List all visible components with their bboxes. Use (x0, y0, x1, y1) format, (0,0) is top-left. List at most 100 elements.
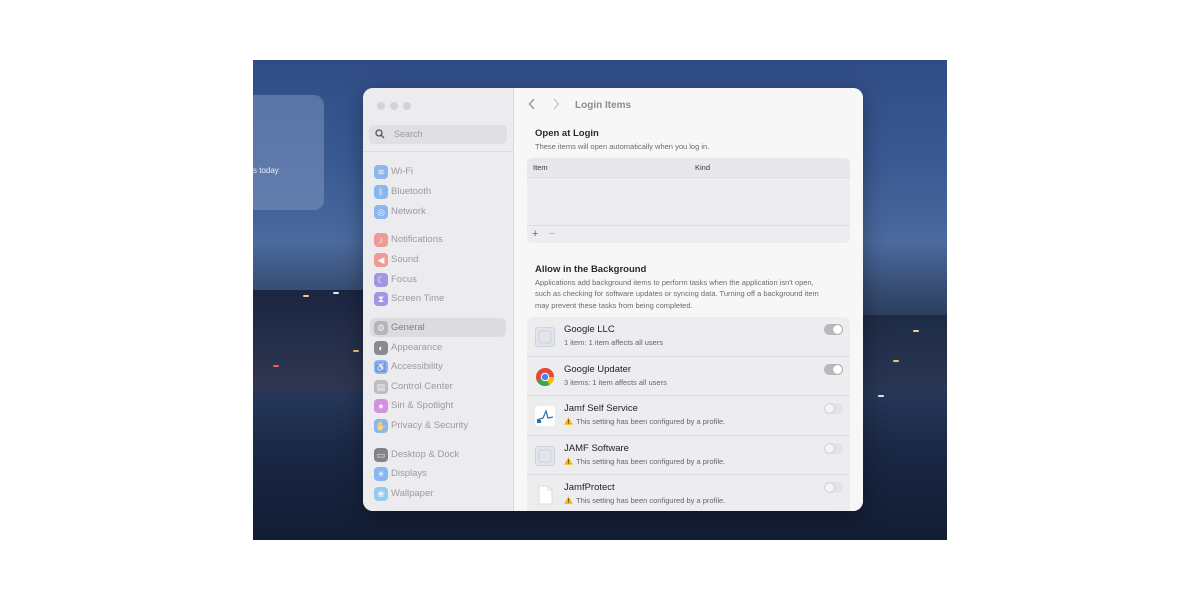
wallpaper-light (333, 292, 339, 294)
dock-icon: ▭ (374, 448, 388, 462)
toggle-knob (833, 364, 842, 374)
warning-icon (564, 417, 573, 425)
search-field[interactable]: Search (369, 125, 507, 144)
background-item-detail: This setting has been configured by a pr… (564, 417, 725, 426)
sidebar-item-desktop-dock[interactable]: ▭ Desktop & Dock (370, 445, 506, 464)
sidebar-item-focus[interactable]: ☾ Focus (370, 270, 506, 289)
login-items-table[interactable]: Item Kind + − (527, 158, 850, 243)
sun-icon: ☀ (374, 467, 388, 481)
sidebar-item-control-center[interactable]: ▤ Control Center (370, 377, 506, 396)
sidebar-item-wi-fi[interactable]: ≋ Wi-Fi (370, 162, 506, 181)
sidebar-item-siri-spotlight[interactable]: ● Siri & Spotlight (370, 396, 506, 415)
widget-text: s today (253, 166, 279, 175)
allow-background-title: Allow in the Background (535, 264, 647, 275)
hourglass-icon: ⧗ (374, 292, 388, 306)
zoom-window-button[interactable] (403, 102, 411, 110)
sidebar-item-label: Control Center (391, 381, 453, 392)
sidebar-item-label: General (391, 322, 425, 333)
accessibility-icon: ♿ (374, 360, 388, 374)
globe-icon: ◎ (374, 205, 388, 219)
background-item-row: Google Updater 3 items: 1 item affects al… (527, 357, 850, 396)
chevron-right-icon (553, 98, 560, 110)
background-item-detail-text: This setting has been configured by a pr… (576, 496, 726, 505)
siri-icon: ● (374, 399, 388, 413)
open-at-login-title: Open at Login (535, 128, 599, 139)
toggle-knob (833, 325, 842, 334)
sidebar-item-accessibility[interactable]: ♿ Accessibility (370, 357, 506, 376)
sidebar-item-label: Wi-Fi (391, 166, 414, 177)
sidebar-item-privacy-security[interactable]: ✋ Privacy & Security (370, 416, 506, 435)
background-item-row: Google LLC 1 item: 1 item affects all use… (527, 317, 850, 357)
system-settings-window: Search ≋ Wi-Fi ᛒ Bluetooth ◎ Network ♪ Notifica… (363, 88, 863, 511)
toggle-knob (825, 483, 834, 492)
sidebar-item-label: Displays (391, 468, 427, 479)
minimize-window-button[interactable] (390, 102, 398, 110)
back-button[interactable] (528, 98, 540, 112)
sidebar-item-bluetooth[interactable]: ᛒ Bluetooth (370, 182, 506, 201)
bluetooth-icon: ᛒ (374, 185, 388, 199)
background-item-name: Google LLC (564, 324, 615, 335)
page-title: Login Items (575, 100, 632, 111)
add-login-item-button[interactable]: + (532, 228, 538, 240)
sidebar-item-label: Bluetooth (391, 186, 432, 197)
sidebar: Search ≋ Wi-Fi ᛒ Bluetooth ◎ Network ♪ Notifica… (363, 88, 514, 511)
appearance-icon: ◐ (374, 341, 388, 355)
hand-icon: ✋ (374, 419, 388, 433)
sidebar-item-label: Screen Time (391, 293, 445, 304)
background-item-name: Google Updater (564, 363, 632, 375)
sidebar-item-displays[interactable]: ☀ Displays (370, 464, 506, 483)
remove-login-item-button[interactable]: − (549, 228, 555, 240)
background-item-toggle[interactable] (824, 324, 843, 335)
background-item-detail-text: 1 item: 1 item affects all users (564, 338, 664, 347)
sidebar-divider (363, 151, 514, 152)
sidebar-item-general[interactable]: ⚙ General (370, 318, 506, 337)
warning-icon (564, 456, 573, 465)
background-item-detail: 1 item: 1 item affects all users (564, 338, 663, 347)
background-item-row: JAMF Software This setting has been confi… (527, 436, 850, 475)
background-items-list: Google LLC 1 item: 1 item affects all use… (527, 317, 850, 511)
jamf-self-service-icon (535, 406, 555, 426)
background-item-detail: This setting has been configured by a pr… (564, 457, 725, 466)
wallpaper-light (273, 365, 279, 367)
table-header: Item Kind (527, 158, 850, 178)
wallpaper-light (878, 395, 884, 397)
wallpaper-icon: ❀ (374, 487, 388, 501)
background-item-detail-text: This setting has been configured by a pr… (576, 456, 726, 466)
background-item-row: JamfProtect This setting has been configu… (527, 475, 850, 511)
forward-button[interactable] (552, 98, 564, 112)
sidebar-item-label: Wallpaper (391, 488, 434, 499)
table-footer: + − (527, 225, 850, 243)
wifi-icon: ≋ (374, 165, 388, 179)
wallpaper-light (893, 360, 899, 362)
background-item-name: JamfProtect (564, 482, 615, 493)
speaker-icon: ◀ (374, 253, 388, 267)
sidebar-item-appearance[interactable]: ◐ Appearance (370, 338, 506, 357)
search-icon (375, 129, 385, 139)
background-item-toggle (824, 482, 843, 493)
open-at-login-subtitle: These items will open automatically when… (535, 142, 710, 151)
gear-icon: ⚙ (374, 321, 388, 335)
allow-background-subtitle: Applications add background items to per… (535, 278, 819, 310)
wallpaper-light (913, 330, 919, 332)
column-header-kind[interactable]: Kind (695, 163, 710, 172)
background-item-toggle[interactable] (824, 363, 843, 375)
background-item-name: Jamf Self Service (564, 403, 638, 414)
sidebar-item-screen-time[interactable]: ⧗ Screen Time (370, 289, 506, 308)
chevron-left-icon (528, 98, 535, 110)
background-item-detail-text: 3 items: 1 item affects all users (564, 377, 667, 387)
sidebar-item-notifications[interactable]: ♪ Notifications (370, 230, 506, 249)
sidebar-item-network[interactable]: ◎ Network (370, 202, 506, 221)
column-header-item[interactable]: Item (533, 163, 548, 172)
sidebar-item-label: Siri & Spotlight (391, 400, 454, 411)
desktop-widget[interactable]: s today (253, 95, 324, 210)
search-placeholder: Search (394, 129, 423, 139)
background-item-toggle (824, 442, 843, 454)
sidebar-item-sound[interactable]: ◀ Sound (370, 250, 506, 269)
sidebar-item-wallpaper[interactable]: ❀ Wallpaper (370, 484, 506, 503)
close-window-button[interactable] (377, 102, 385, 110)
background-item-name: JAMF Software (564, 442, 629, 454)
sidebar-item-label: Sound (391, 254, 419, 265)
wallpaper-light (353, 350, 359, 352)
sidebar-item-label: Notifications (391, 234, 443, 245)
sidebar-item-label: Accessibility (391, 361, 443, 372)
